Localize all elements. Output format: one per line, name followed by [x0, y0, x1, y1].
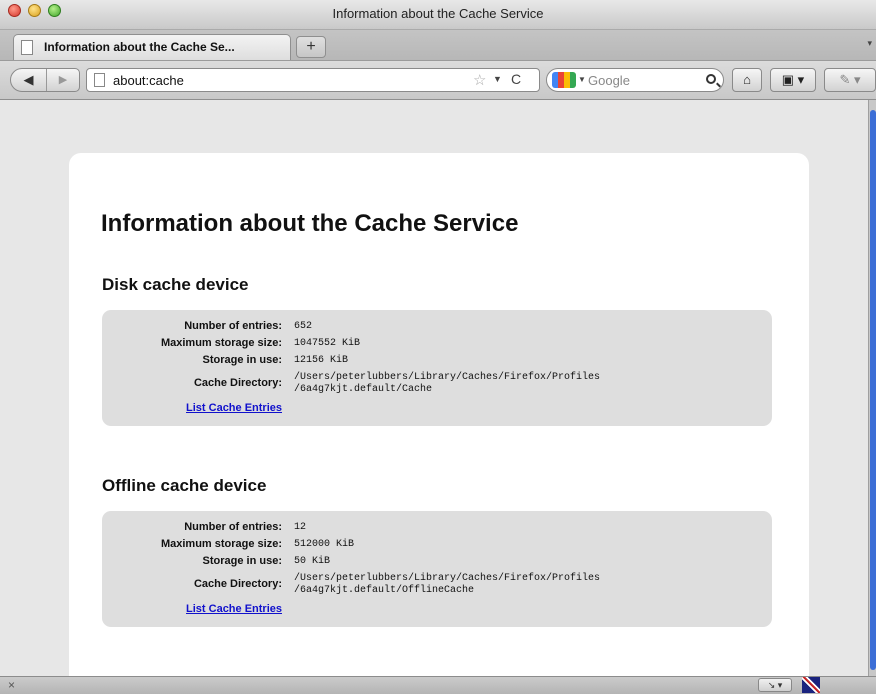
window-title: Information about the Cache Service — [332, 6, 544, 21]
bookmarks-button[interactable]: ▣ ▾ — [770, 68, 816, 92]
url-history-dropdown-icon[interactable]: ▼ — [493, 74, 502, 84]
row-value: 1047552 KiB — [294, 338, 361, 349]
forward-button[interactable]: ▶ — [47, 69, 79, 91]
row-value: 50 KiB — [294, 556, 331, 567]
page-icon — [94, 73, 105, 87]
page-title: Information about the Cache Service — [101, 210, 519, 237]
reload-icon[interactable]: C — [511, 71, 521, 87]
search-input[interactable]: Google — [588, 73, 630, 88]
tab-cache-info[interactable]: Information about the Cache Se... — [13, 34, 291, 60]
row-value: 12 — [294, 522, 307, 533]
back-button[interactable]: ◀ — [11, 69, 47, 91]
row-value-continued: /6a4g7kjt.default/OfflineCache — [294, 585, 475, 596]
row-value: 512000 KiB — [294, 539, 355, 550]
row-label: Number of entries: — [184, 320, 282, 332]
bookmark-star-icon[interactable]: ☆ — [473, 71, 486, 89]
search-bar[interactable]: ▼ Google — [546, 68, 724, 92]
window-titlebar: Information about the Cache Service — [0, 0, 876, 30]
row-label: Storage in use: — [202, 354, 282, 366]
scrollbar-thumb[interactable] — [870, 110, 876, 670]
vertical-scrollbar[interactable] — [868, 100, 876, 676]
row-label: Maximum storage size: — [160, 337, 282, 349]
page-content: Information about the Cache Service Disk… — [0, 100, 868, 693]
search-icon[interactable] — [706, 74, 716, 84]
row-label: Maximum storage size: — [160, 538, 282, 550]
tab-strip: Information about the Cache Se... + ▾ — [0, 30, 876, 60]
flag-icon[interactable] — [802, 677, 820, 693]
tab-label: Information about the Cache Se... — [44, 40, 235, 54]
new-tab-button[interactable]: + — [296, 36, 326, 58]
url-text[interactable]: about:cache — [113, 73, 184, 88]
page-icon — [21, 40, 33, 55]
addon-status-button[interactable]: ↘ ▾ — [758, 678, 792, 692]
cache-info-card: Information about the Cache Service Disk… — [69, 153, 809, 693]
status-bar: × ↘ ▾ — [0, 676, 876, 694]
row-label: Storage in use: — [202, 555, 282, 567]
row-value: 652 — [294, 321, 313, 332]
row-label: Cache Directory: — [193, 578, 282, 590]
list-cache-entries-link[interactable]: List Cache Entries — [186, 603, 282, 615]
section-heading-disk-cache: Disk cache device — [102, 275, 249, 294]
row-value: /Users/peterlubbers/Library/Caches/Firef… — [294, 372, 601, 383]
tab-list-dropdown-icon[interactable]: ▾ — [867, 38, 872, 49]
row-value-continued: /6a4g7kjt.default/Cache — [294, 384, 433, 395]
close-icon[interactable]: × — [8, 678, 15, 692]
list-cache-entries-link[interactable]: List Cache Entries — [186, 402, 282, 414]
url-bar[interactable]: about:cache ☆ ▼ C — [86, 68, 540, 92]
search-engine-dropdown-icon[interactable]: ▼ — [578, 75, 586, 84]
row-value: /Users/peterlubbers/Library/Caches/Firef… — [294, 573, 601, 584]
disk-cache-info-box: Number of entries: 652 Maximum storage s… — [102, 310, 772, 426]
addon-toolbar-button[interactable]: ✎ ▾ — [824, 68, 876, 92]
row-label: Number of entries: — [184, 521, 282, 533]
row-label: Cache Directory: — [193, 377, 282, 389]
offline-cache-info-box: Number of entries: 12 Maximum storage si… — [102, 511, 772, 627]
back-forward-group: ◀ ▶ — [10, 68, 80, 92]
navigation-toolbar: ◀ ▶ about:cache ☆ ▼ C ▼ Google ⌂ ▣ ▾ ✎ ▾ — [0, 60, 876, 100]
row-value: 12156 KiB — [294, 355, 349, 366]
section-heading-offline-cache: Offline cache device — [102, 476, 267, 495]
google-logo-icon[interactable] — [552, 72, 576, 88]
home-button[interactable]: ⌂ — [732, 68, 762, 92]
